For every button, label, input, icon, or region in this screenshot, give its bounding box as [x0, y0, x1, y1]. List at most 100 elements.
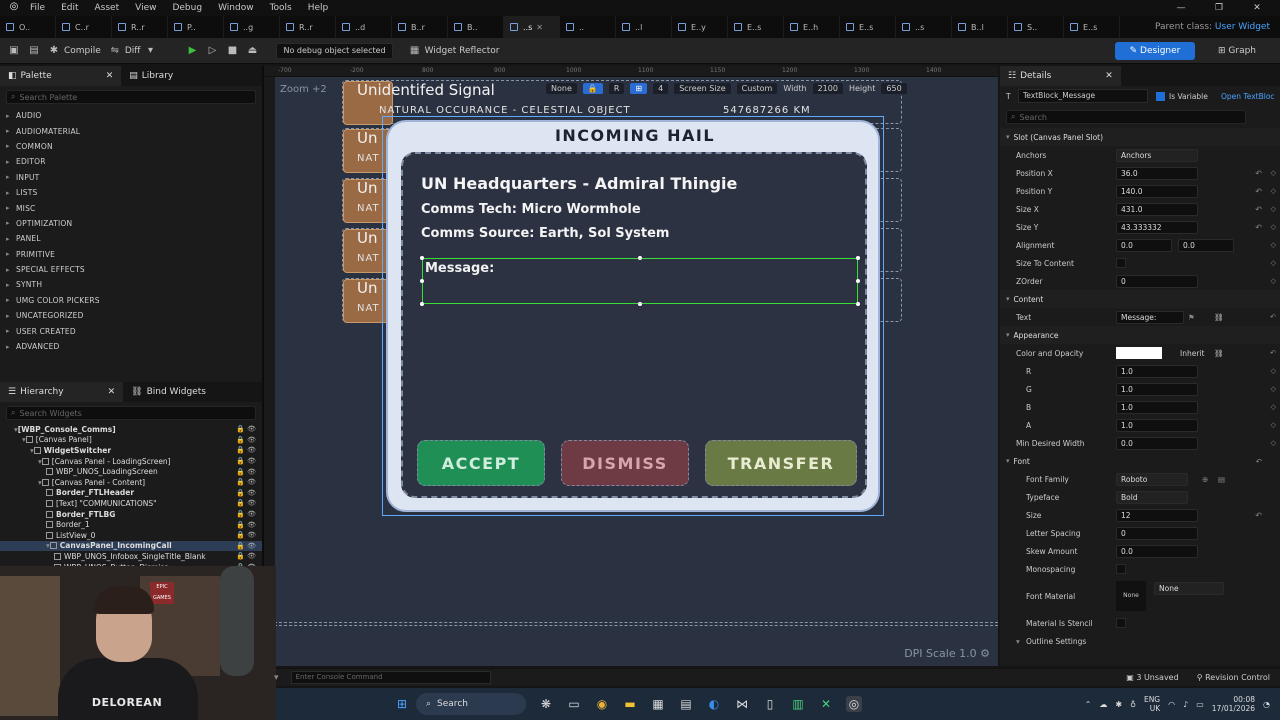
- volume-icon[interactable]: ♪: [1183, 700, 1188, 709]
- network-drive-icon[interactable]: ☁: [1099, 700, 1107, 709]
- tool-icon[interactable]: ✕: [818, 696, 834, 712]
- size-y-input[interactable]: 43.333332: [1116, 220, 1198, 234]
- visual-studio-icon[interactable]: ⋈: [734, 696, 750, 712]
- grid-size[interactable]: 4: [653, 82, 669, 94]
- accept-button[interactable]: ACCEPT: [417, 440, 545, 486]
- graph-button[interactable]: ⊞ Graph: [1202, 42, 1272, 60]
- menu-help[interactable]: Help: [308, 3, 329, 13]
- palette-category[interactable]: ▸ SPECIAL EFFECTS: [0, 262, 262, 277]
- console-command-input[interactable]: Enter Console Command: [290, 671, 491, 684]
- menu-debug[interactable]: Debug: [172, 3, 202, 13]
- reset-icon[interactable]: ↶: [1270, 349, 1276, 357]
- keyframe-icon[interactable]: ◇: [1271, 421, 1276, 429]
- widget-reflector-button[interactable]: ▦ Widget Reflector: [409, 45, 500, 57]
- size-to-content-checkbox[interactable]: [1116, 258, 1126, 268]
- debug-object-dropdown[interactable]: No debug object selected: [276, 42, 393, 59]
- palette-category[interactable]: ▸ AUDIOMATERIAL: [0, 123, 262, 138]
- asset-tab[interactable]: P..: [168, 16, 224, 38]
- resize-handle[interactable]: [638, 302, 642, 306]
- alignment-y-input[interactable]: 0.0: [1178, 238, 1234, 252]
- widget-name-input[interactable]: TextBlock_Message: [1018, 89, 1148, 103]
- browse-button[interactable]: ▤: [28, 45, 40, 57]
- section-content[interactable]: ▾ Content: [1000, 290, 1280, 308]
- spreadsheet-icon[interactable]: ▥: [790, 696, 806, 712]
- keyframe-icon[interactable]: ◇: [1271, 169, 1276, 177]
- hierarchy-row[interactable]: ▾ [WBP_Console_Comms] 🔒 👁: [0, 424, 262, 435]
- lock-icon[interactable]: 🔒: [582, 82, 603, 94]
- details-search-input[interactable]: ⌕ Search: [1006, 110, 1246, 124]
- hierarchy-row[interactable]: ▾ [Canvas Panel - Content] 🔒 👁: [0, 477, 262, 488]
- palette-category[interactable]: ▸ SYNTH: [0, 277, 262, 292]
- battery-icon[interactable]: ▭: [1196, 700, 1204, 709]
- menu-window[interactable]: Window: [218, 3, 254, 13]
- text-input[interactable]: Message:: [1116, 310, 1184, 324]
- menu-edit[interactable]: Edit: [61, 3, 78, 13]
- asset-tab[interactable]: B..l: [952, 16, 1008, 38]
- notepad-icon[interactable]: ▯: [762, 696, 778, 712]
- calculator-icon[interactable]: ▤: [678, 696, 694, 712]
- unreal-engine-taskbar-icon[interactable]: ◎: [846, 696, 862, 712]
- palette-category[interactable]: ▸ UNCATEGORIZED: [0, 308, 262, 323]
- letter-spacing-input[interactable]: 0: [1116, 526, 1198, 540]
- hierarchy-row[interactable]: ▾ [Canvas Panel - LoadingScreen] 🔒 👁: [0, 456, 262, 467]
- tab-palette[interactable]: ◧ Palette ✕: [0, 66, 122, 86]
- palette-category[interactable]: ▸ ADVANCED: [0, 339, 262, 354]
- incoming-call-selection[interactable]: INCOMING HAIL UN Headquarters - Admiral …: [382, 116, 884, 516]
- task-view-icon[interactable]: ▭: [566, 696, 582, 712]
- width-input[interactable]: 2100: [812, 82, 843, 94]
- asset-tab[interactable]: E..s: [840, 16, 896, 38]
- notification-icon[interactable]: ◔: [1263, 700, 1270, 709]
- taskbar-search[interactable]: ⌕ Search: [416, 693, 526, 715]
- menu-file[interactable]: File: [30, 3, 45, 13]
- min-desired-width-input[interactable]: 0.0: [1116, 436, 1198, 450]
- visibility-icon[interactable]: 🔒 👁: [236, 457, 256, 465]
- resize-handle[interactable]: [420, 302, 424, 306]
- height-input[interactable]: 650: [881, 82, 907, 94]
- keyframe-icon[interactable]: ◇: [1271, 241, 1276, 249]
- bind-link-icon[interactable]: ⛓: [1214, 349, 1224, 358]
- reset-icon[interactable]: ↶: [1255, 169, 1262, 178]
- message-textblock[interactable]: Message:: [420, 256, 860, 306]
- parent-class-link[interactable]: User Widget: [1215, 22, 1270, 32]
- chrome-icon[interactable]: ◉: [594, 696, 610, 712]
- clock[interactable]: 00:08 17/01/2026: [1212, 695, 1255, 713]
- widgets-icon[interactable]: ❋: [538, 696, 554, 712]
- dpi-scale[interactable]: DPI Scale 1.0 ⚙: [904, 647, 990, 660]
- asset-tab[interactable]: R..r: [112, 16, 168, 38]
- screen-size-dropdown[interactable]: Screen Size: [674, 82, 731, 94]
- asset-tab[interactable]: ..s ✕: [504, 16, 560, 38]
- hierarchy-row[interactable]: ListView_0 🔒 👁: [0, 530, 262, 541]
- transfer-button[interactable]: TRANSFER: [705, 440, 857, 486]
- reset-icon[interactable]: ↶: [1256, 457, 1262, 466]
- palette-category[interactable]: ▸ USER CREATED: [0, 323, 262, 338]
- tab-hierarchy[interactable]: ☰ Hierarchy ✕: [0, 382, 124, 402]
- unreal-logo-icon[interactable]: ◎: [6, 1, 22, 15]
- keyframe-icon[interactable]: ◇: [1271, 259, 1276, 267]
- menu-asset[interactable]: Asset: [95, 3, 120, 13]
- visibility-icon[interactable]: 🔒 👁: [236, 552, 256, 560]
- palette-category[interactable]: ▸ COMMON: [0, 139, 262, 154]
- anchors-dropdown[interactable]: Anchors: [1116, 148, 1198, 162]
- palette-category[interactable]: ▸ OPTIMIZATION: [0, 216, 262, 231]
- font-material-thumbnail[interactable]: None: [1116, 581, 1146, 611]
- compile-button[interactable]: ✱ Compile: [48, 45, 101, 57]
- file-explorer-icon[interactable]: ▬: [622, 696, 638, 712]
- hierarchy-row[interactable]: Border_FTLBG 🔒 👁: [0, 509, 262, 520]
- close-icon[interactable]: ✕: [108, 387, 116, 397]
- hierarchy-row[interactable]: Border_FTLHeader 🔒 👁: [0, 488, 262, 499]
- position-y-input[interactable]: 140.0: [1116, 184, 1198, 198]
- maximize-icon[interactable]: ❐: [1204, 3, 1234, 13]
- asset-tab[interactable]: B..r: [392, 16, 448, 38]
- keyframe-icon[interactable]: ◇: [1271, 367, 1276, 375]
- designer-button[interactable]: ✎ Designer: [1115, 42, 1195, 60]
- close-icon[interactable]: ✕: [1242, 3, 1272, 13]
- tab-bind-widgets[interactable]: ⛓ Bind Widgets: [123, 382, 214, 402]
- close-icon[interactable]: ✕: [106, 71, 114, 81]
- hierarchy-row[interactable]: WBP_UNOS_Infobox_SingleTitle_Blank 🔒 👁: [0, 551, 262, 562]
- asset-tab[interactable]: E..h: [784, 16, 840, 38]
- edge-icon[interactable]: ◐: [706, 696, 722, 712]
- debug-object-select[interactable]: No debug object selected: [276, 42, 393, 59]
- close-icon[interactable]: ✕: [1105, 71, 1113, 81]
- alignment-x-input[interactable]: 0.0: [1116, 238, 1172, 252]
- visibility-icon[interactable]: 🔒 👁: [236, 468, 256, 476]
